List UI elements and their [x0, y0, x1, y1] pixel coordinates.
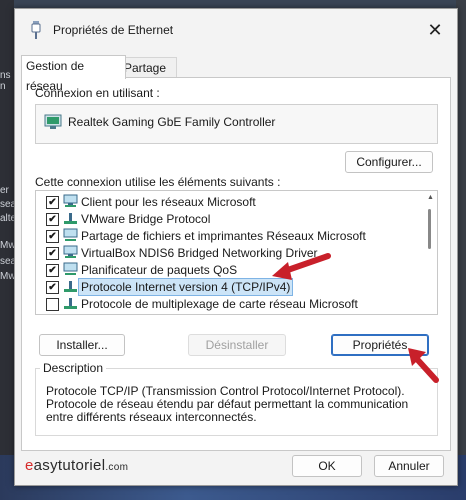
list-item[interactable]: ✔ VMware Bridge Protocol [36, 210, 422, 227]
scroll-up-icon[interactable]: ▲ [427, 194, 434, 201]
service-icon [63, 262, 78, 275]
tab-gestion-de-reseau[interactable]: Gestion de réseau [21, 55, 126, 93]
components-list[interactable]: ✔ Client pour les réseaux Microsoft ✔ VM… [35, 190, 438, 315]
checkbox[interactable]: ✔ [46, 247, 59, 260]
ethernet-properties-dialog: Propriétés de Ethernet ✕ Gestion de rése… [14, 8, 458, 486]
install-button[interactable]: Installer... [39, 334, 125, 356]
description-text: Protocole TCP/IP (Transmission Control P… [46, 384, 409, 424]
list-item[interactable]: ✔ Partage de fichiers et imprimantes Rés… [36, 227, 422, 244]
close-icon: ✕ [427, 20, 443, 40]
protocol-icon [64, 213, 77, 224]
checkbox[interactable]: ✔ [46, 196, 59, 209]
service-icon [63, 228, 78, 241]
close-button[interactable]: ✕ [423, 19, 447, 41]
ok-button[interactable]: OK [292, 455, 362, 477]
background-text: ns n [0, 70, 11, 92]
checkbox[interactable]: ✔ [46, 230, 59, 243]
adapter-name: Realtek Gaming GbE Family Controller [68, 115, 276, 129]
background-text: er [0, 185, 9, 196]
protocol-icon [64, 298, 77, 309]
watermark-logo: easytutoriel.com [25, 457, 129, 474]
tab-partage[interactable]: Partage [119, 57, 177, 78]
network-client-icon [63, 194, 78, 207]
checkbox[interactable]: ✔ [46, 264, 59, 277]
list-item[interactable]: ✔ Planificateur de paquets QoS [36, 261, 422, 278]
tab-panel-networking: Connexion en utilisant : Realtek Gaming … [21, 77, 451, 451]
annotation-arrow-icon [272, 253, 331, 280]
configure-button[interactable]: Configurer... [345, 151, 433, 173]
components-label: Cette connexion utilise les éléments sui… [35, 175, 281, 189]
title-bar[interactable]: Propriétés de Ethernet ✕ [15, 9, 457, 51]
network-client-icon [63, 245, 78, 258]
uninstall-button[interactable]: Désinstaller [188, 334, 286, 356]
cancel-button[interactable]: Annuler [374, 455, 444, 477]
description-group: Description Protocole TCP/IP (Transmissi… [35, 361, 438, 436]
checkbox[interactable]: ✔ [46, 213, 59, 226]
window-title: Propriétés de Ethernet [53, 23, 174, 37]
annotation-arrow-icon [408, 348, 439, 383]
list-item-tcp-ipv4[interactable]: ✔ Protocole Internet version 4 (TCP/IPv4… [36, 278, 422, 296]
checkbox[interactable]: ✔ [46, 281, 59, 294]
adapter-box: Realtek Gaming GbE Family Controller [35, 104, 438, 144]
list-item[interactable]: ✔ VirtualBox NDIS6 Bridged Networking Dr… [36, 244, 422, 261]
network-adapter-icon [44, 114, 62, 129]
protocol-icon [64, 281, 77, 292]
list-item[interactable]: ✔ Client pour les réseaux Microsoft [36, 193, 422, 210]
description-title: Description [40, 361, 107, 375]
scroll-thumb[interactable] [428, 209, 431, 249]
list-scrollbar[interactable]: ▲ [423, 191, 437, 314]
background-window-edge: ns n er sea alte Mw sea Mw [0, 0, 16, 500]
list-item[interactable]: Protocole de multiplexage de carte résea… [36, 295, 422, 312]
network-cable-icon [31, 21, 41, 39]
checkbox[interactable] [46, 298, 59, 311]
